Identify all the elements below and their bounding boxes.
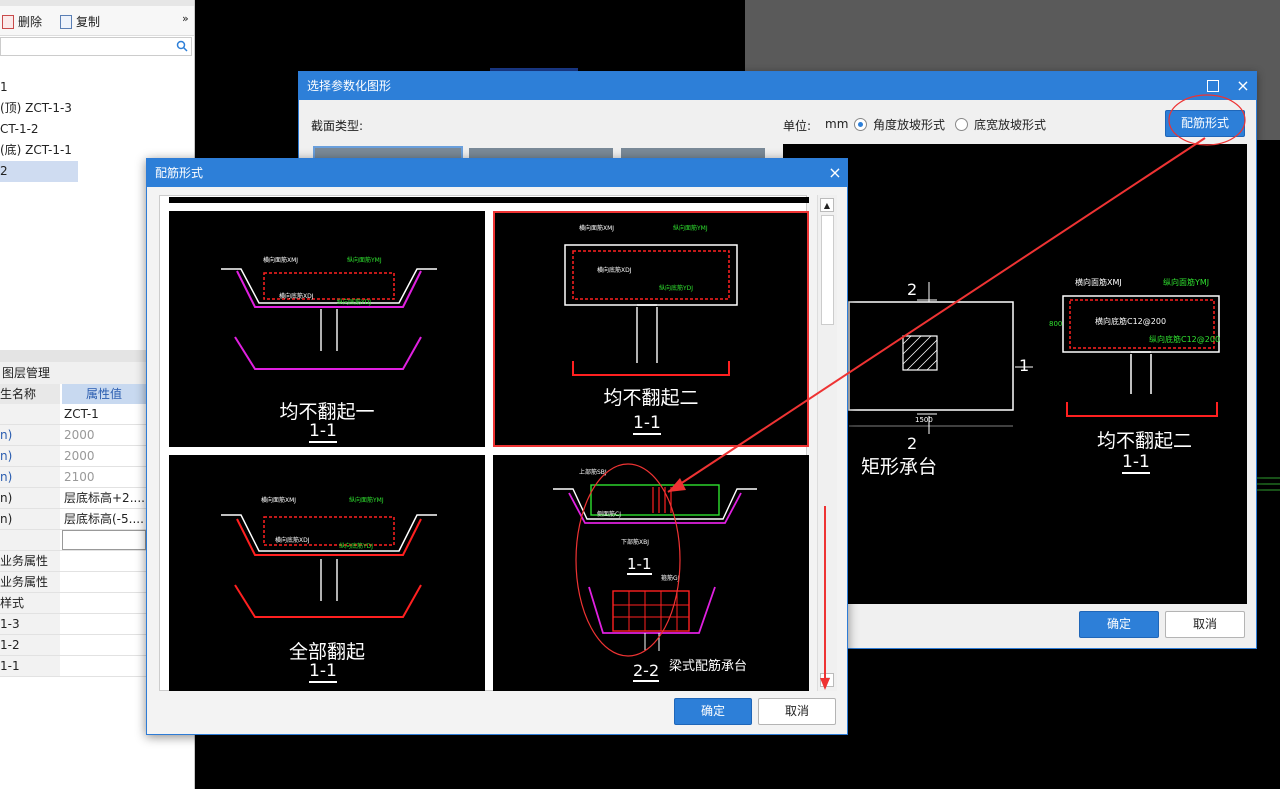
close-icon[interactable]: × xyxy=(827,163,843,183)
prop-row[interactable]: n) 2000 xyxy=(0,425,146,446)
copy-icon xyxy=(60,14,72,29)
scroll-up-icon[interactable]: ▲ xyxy=(820,198,834,212)
scroll-down-icon[interactable]: ▼ xyxy=(820,673,834,687)
prop-header-value: 属性值 xyxy=(62,384,146,404)
prop-row[interactable]: ZCT-1 xyxy=(0,404,146,425)
rebar-form-dialog: 配筋形式 × 横向面筋XMJ 纵向面筋YMJ 横向底筋XDJ 纵向底筋YDJ 均… xyxy=(146,158,848,735)
rect-num-top: 2 xyxy=(907,280,918,299)
section-type-label: 截面类型: xyxy=(311,119,364,133)
copy-button[interactable]: 复制 xyxy=(60,13,100,30)
prop-row[interactable]: n) 层底标高(-5.... xyxy=(0,509,146,530)
unit-label: 单位: xyxy=(783,119,812,133)
option-name: 均不翻起一 xyxy=(279,401,375,423)
ann-xdj: 横向底筋C12@200 xyxy=(1095,317,1167,326)
search-input[interactable] xyxy=(0,37,192,56)
option-name: 梁式配筋承台 xyxy=(669,659,748,674)
ann-xmj: 横向面筋XMJ xyxy=(261,497,297,504)
param-dialog-titlebar: 选择参数化图形 xyxy=(299,72,1256,100)
search-icon[interactable] xyxy=(176,40,188,52)
dim-800: 800 xyxy=(1049,320,1063,328)
ann-ydj: 纵向底筋YDJ xyxy=(339,543,374,550)
prop-row[interactable]: n) 2000 xyxy=(0,446,146,467)
ann-xdj: 横向底筋XDJ xyxy=(597,267,632,274)
ann-ydj: 纵向底筋YDJ xyxy=(659,285,694,292)
tree-item[interactable]: (底) ZCT-1-1 xyxy=(0,140,78,161)
ann-xmj: 横向面筋XMJ xyxy=(263,257,299,264)
cell-prev-fragment xyxy=(169,197,809,203)
prop-row[interactable]: 1-2 xyxy=(0,635,146,656)
ann-ymj: 纵向面筋YMJ xyxy=(673,225,708,232)
tree-item[interactable]: 1 xyxy=(0,77,78,98)
layer-manage-tab[interactable]: 图层管理 xyxy=(0,362,146,384)
ann-ymj: 纵向面筋YMJ xyxy=(349,497,384,504)
rebar-ok-button[interactable]: 确定 xyxy=(674,698,752,725)
prop-row[interactable]: 业务属性 xyxy=(0,551,146,572)
prop-row[interactable]: 业务属性 xyxy=(0,572,146,593)
radio-unchecked-icon xyxy=(955,118,968,131)
tree-item-selected[interactable]: 2 xyxy=(0,161,78,182)
dim-1500: 1500 xyxy=(915,416,933,424)
rect-num-bottom: 2 xyxy=(907,434,918,453)
option-name: 均不翻起二 xyxy=(603,387,699,409)
ann-ymj: 纵向面筋YMJ xyxy=(1163,278,1210,287)
delete-button[interactable]: 删除 xyxy=(2,13,42,30)
ann-top-rebar: 上部筋SBJ xyxy=(579,469,607,476)
option-section: 1-1 xyxy=(309,661,337,683)
prop-row[interactable] xyxy=(0,530,146,551)
rebar-form-button[interactable]: 配筋形式 xyxy=(1165,110,1245,137)
rebar-option-1[interactable]: 横向面筋XMJ 纵向面筋YMJ 横向底筋XDJ 纵向底筋YDJ 均不翻起一 1-… xyxy=(169,211,485,447)
maximize-icon[interactable] xyxy=(1207,80,1219,92)
rebar-option-4[interactable]: 上部筋SBJ 侧面筋CJ 下部筋XBJ 箍筋GJ 1-1 2-2 梁式配筋承台 xyxy=(493,455,809,691)
prop-row[interactable]: n) 2100 xyxy=(0,467,146,488)
ann-xmj: 横向面筋XMJ xyxy=(1075,278,1122,287)
rebar-drawing-2 xyxy=(564,244,738,376)
option-section: 1-1 xyxy=(309,421,337,443)
rect-num-right: 1 xyxy=(1019,356,1030,375)
option-section-2: 2-2 xyxy=(633,661,660,682)
option-section: 1-1 xyxy=(627,555,652,575)
radio-angle-slope[interactable]: 角度放坡形式 xyxy=(854,116,945,133)
radio-width-slope[interactable]: 底宽放坡形式 xyxy=(955,116,1046,133)
rebar-dialog-titlebar: 配筋形式 xyxy=(147,159,847,187)
pile-section: 1-1 xyxy=(1122,452,1150,474)
prop-row[interactable]: 样式 xyxy=(0,593,146,614)
ann-ydj: 纵向底筋C12@200 xyxy=(1149,335,1221,344)
radio-checked-icon xyxy=(854,118,867,131)
prop-row[interactable]: 1-1 xyxy=(0,656,146,677)
tree-item[interactable]: CT-1-2 xyxy=(0,119,78,140)
pile-title: 均不翻起二 xyxy=(1097,430,1193,452)
ann-stirrup: 箍筋GJ xyxy=(661,575,680,582)
preview-drawing xyxy=(848,282,1220,434)
ann-xdj: 横向底筋XDJ xyxy=(275,537,310,544)
scroll-thumb[interactable] xyxy=(821,215,834,325)
rect-title: 矩形承台 xyxy=(861,456,938,478)
vertical-scrollbar[interactable]: ▲ ▼ xyxy=(817,195,837,691)
tree-item[interactable]: (顶) ZCT-1-3 xyxy=(0,98,78,119)
delete-icon xyxy=(2,14,14,29)
rebar-cancel-button[interactable]: 取消 xyxy=(758,698,836,725)
ann-xmj: 横向面筋XMJ xyxy=(579,225,615,232)
prop-row[interactable]: n) 层底标高+2.... xyxy=(0,488,146,509)
rebar-option-2[interactable]: 横向面筋XMJ 纵向面筋YMJ 横向底筋XDJ 纵向底筋YDJ 均不翻起二 1-… xyxy=(493,211,809,447)
param-cancel-button[interactable]: 取消 xyxy=(1165,611,1245,638)
option-section: 1-1 xyxy=(633,413,661,435)
ann-xdj: 横向底筋XDJ xyxy=(279,293,314,300)
rebar-option-3[interactable]: 横向面筋XMJ 纵向面筋YMJ 横向底筋XDJ 纵向底筋YDJ 全部翻起 1-1 xyxy=(169,455,485,691)
param-ok-button[interactable]: 确定 xyxy=(1079,611,1159,638)
more-button[interactable]: » xyxy=(182,12,189,25)
ann-ydj: 纵向底筋YDJ xyxy=(337,299,372,306)
ann-side-rebar: 侧面筋CJ xyxy=(597,511,621,518)
prop-row[interactable]: 1-3 xyxy=(0,614,146,635)
prop-header-name: 生名称 xyxy=(0,384,60,404)
unit-value: mm xyxy=(825,117,849,131)
ann-ymj: 纵向面筋YMJ xyxy=(347,257,382,264)
option-name: 全部翻起 xyxy=(288,641,365,663)
shape-preview: 2 2 1 1500 矩形承台 横向面筋XMJ 纵向面筋YMJ 横向底筋C12@… xyxy=(783,144,1247,604)
ann-bottom-rebar: 下部筋XBJ xyxy=(621,539,649,546)
close-icon[interactable]: × xyxy=(1235,76,1251,96)
